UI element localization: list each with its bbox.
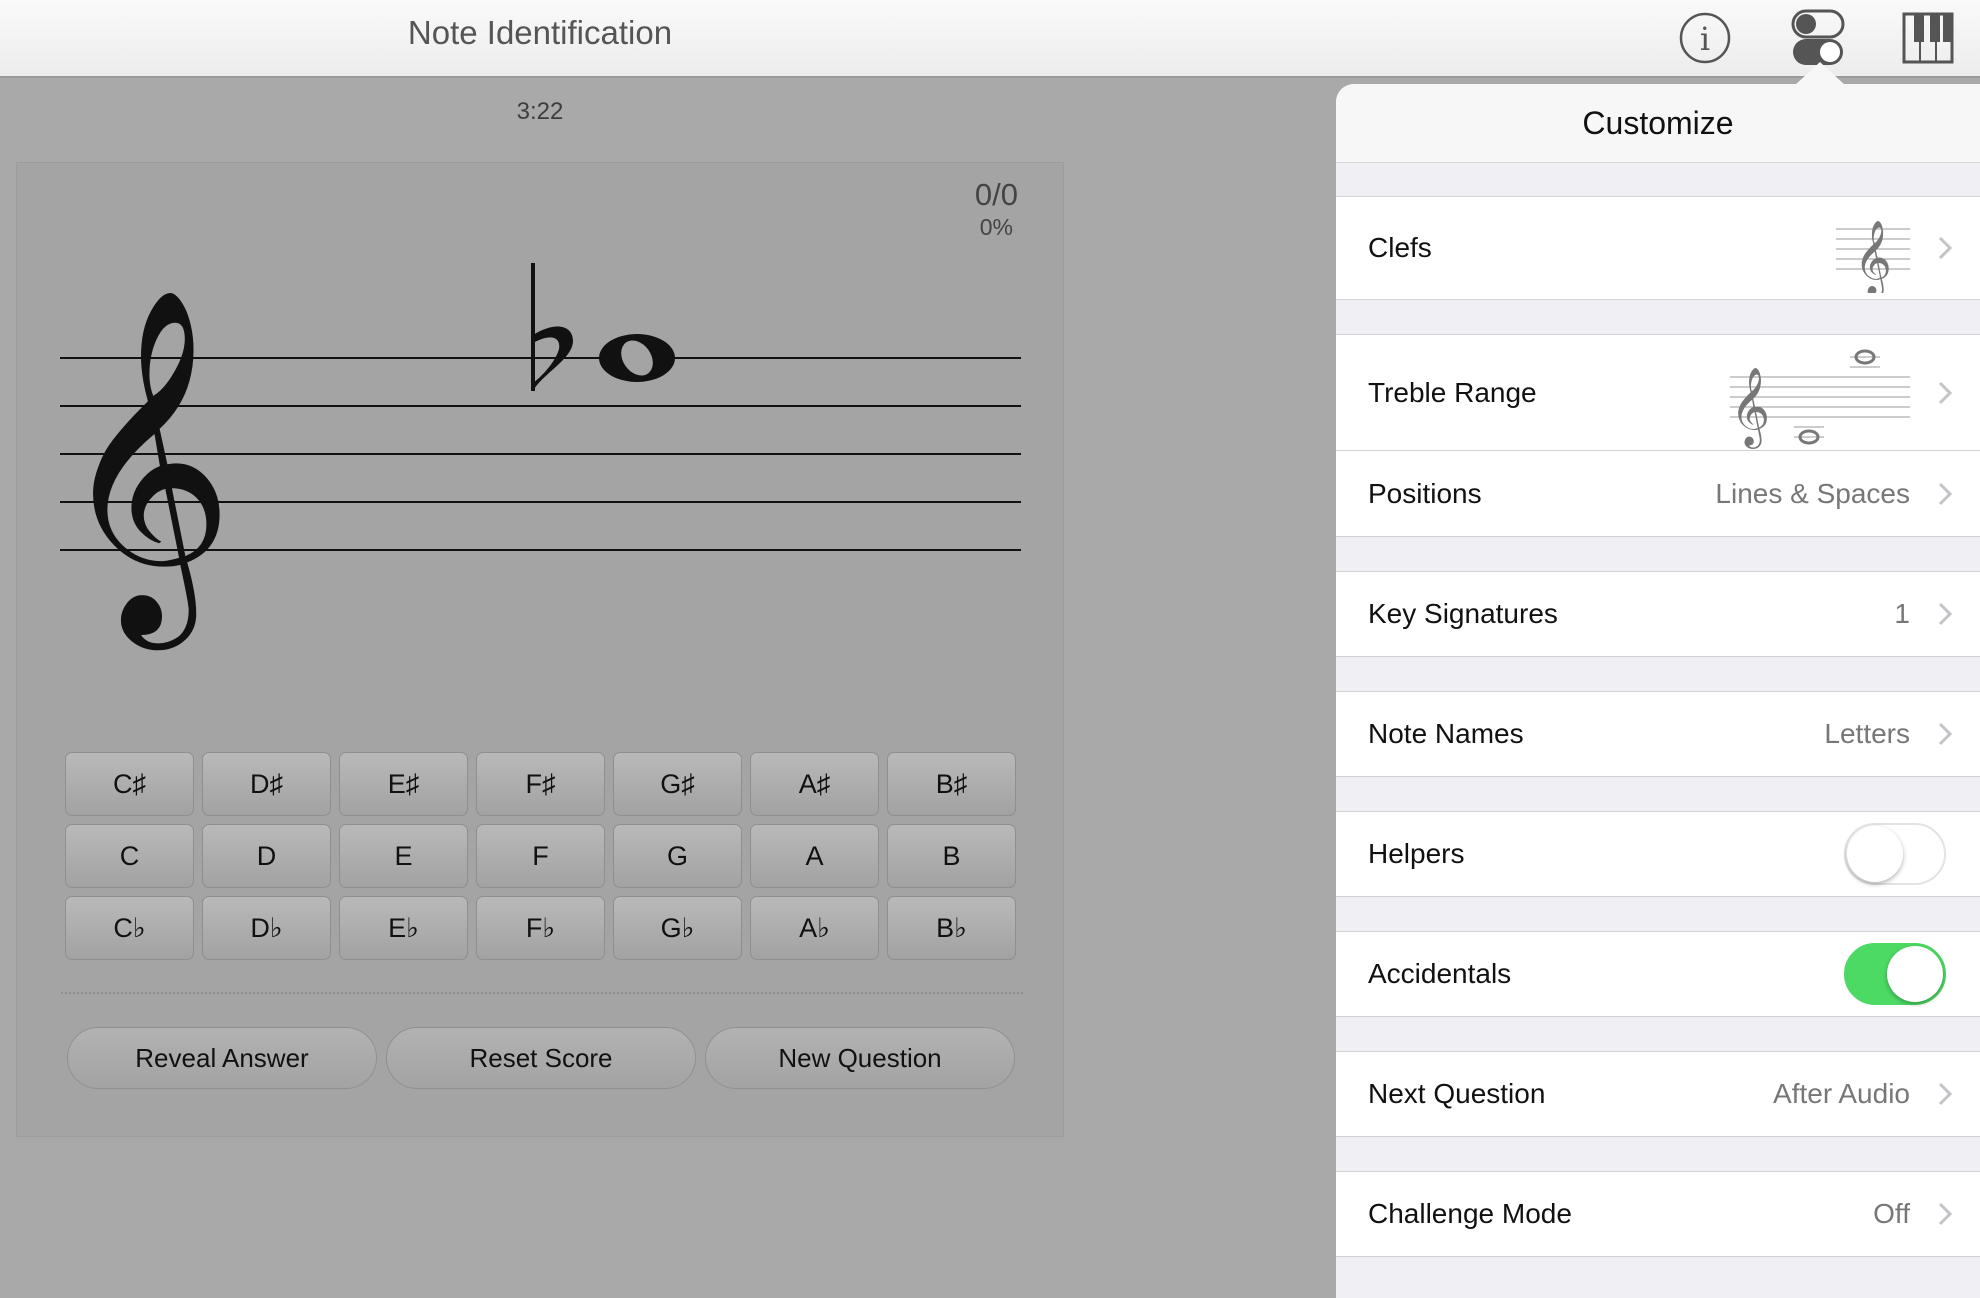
row-key-signatures[interactable]: Key Signatures 1 <box>1336 571 1980 657</box>
row-value: Lines & Spaces <box>1715 477 1910 509</box>
row-label: Accidentals <box>1368 958 1512 989</box>
row-label: Key Signatures <box>1368 598 1558 629</box>
row-clefs[interactable]: Clefs 𝄞 <box>1336 196 1980 300</box>
flat-icon <box>531 263 573 391</box>
note-button-e-flat[interactable]: E♭ <box>339 896 468 960</box>
treble-range-thumbnail-icon: 𝄞 <box>1730 349 1910 449</box>
exercise-card: 0/0 0% 𝄞 C♯ D♯ E♯ F♯ G♯ A♯ B♯ C D E F G <box>16 162 1064 1137</box>
chevron-right-icon <box>1938 1082 1952 1106</box>
note-button-c-flat[interactable]: C♭ <box>65 896 194 960</box>
row-label: Helpers <box>1368 838 1465 869</box>
piano-icon[interactable] <box>1898 8 1958 68</box>
timer: 3:22 <box>516 98 564 125</box>
treble-clef-icon: 𝄞 <box>57 285 234 652</box>
note-button-c-sharp[interactable]: C♯ <box>65 752 194 816</box>
row-treble-range[interactable]: Treble Range 𝄞 <box>1336 334 1980 451</box>
note-button-g[interactable]: G <box>613 824 742 888</box>
note-button-e-sharp[interactable]: E♯ <box>339 752 468 816</box>
row-value: 1 <box>1894 598 1910 629</box>
row-value: Letters <box>1824 718 1910 749</box>
note-button-grid: C♯ D♯ E♯ F♯ G♯ A♯ B♯ C D E F G A B C♭ D♭… <box>65 752 1016 960</box>
app-title: Note Identification <box>407 14 673 51</box>
note-button-g-flat[interactable]: G♭ <box>613 896 742 960</box>
chevron-right-icon <box>1938 381 1952 404</box>
row-label: Challenge Mode <box>1368 1198 1572 1229</box>
treble-clef-thumbnail-icon: 𝄞 <box>1836 221 1910 293</box>
row-accidentals: Accidentals <box>1336 931 1980 1017</box>
note-button-f-sharp[interactable]: F♯ <box>476 752 605 816</box>
accidentals-toggle[interactable] <box>1844 943 1946 1005</box>
row-value: Off <box>1873 1198 1910 1229</box>
reveal-answer-button[interactable]: Reveal Answer <box>67 1027 377 1089</box>
reset-score-button[interactable]: Reset Score <box>386 1027 696 1089</box>
note-button-a[interactable]: A <box>750 824 879 888</box>
note-button-a-sharp[interactable]: A♯ <box>750 752 879 816</box>
note-button-b-flat[interactable]: B♭ <box>887 896 1016 960</box>
row-label: Clefs <box>1368 232 1432 263</box>
note-button-d[interactable]: D <box>202 824 331 888</box>
new-question-button[interactable]: New Question <box>705 1027 1015 1089</box>
svg-text:i: i <box>1700 20 1710 58</box>
helpers-toggle[interactable] <box>1844 823 1946 885</box>
note-button-d-flat[interactable]: D♭ <box>202 896 331 960</box>
chevron-right-icon <box>1938 1202 1952 1226</box>
row-label: Next Question <box>1368 1078 1546 1109</box>
chevron-right-icon <box>1938 482 1952 505</box>
row-label: Positions <box>1368 477 1482 509</box>
note-button-e[interactable]: E <box>339 824 468 888</box>
note-button-d-sharp[interactable]: D♯ <box>202 752 331 816</box>
row-positions[interactable]: Positions Lines & Spaces <box>1336 451 1980 537</box>
info-icon[interactable]: i <box>1675 8 1735 68</box>
chevron-right-icon <box>1938 722 1952 746</box>
action-buttons: Reveal Answer Reset Score New Question <box>67 1027 1015 1089</box>
note-button-f-flat[interactable]: F♭ <box>476 896 605 960</box>
note-button-a-flat[interactable]: A♭ <box>750 896 879 960</box>
note-button-b[interactable]: B <box>887 824 1016 888</box>
whole-note-icon <box>599 334 675 382</box>
note-button-b-sharp[interactable]: B♯ <box>887 752 1016 816</box>
svg-text:𝄞: 𝄞 <box>1854 221 1892 293</box>
popover-title: Customize <box>1336 84 1980 163</box>
popover-arrow <box>1794 62 1846 86</box>
top-bar: Note Identification i <box>0 0 1980 78</box>
staff: 𝄞 <box>57 263 1021 652</box>
divider <box>61 992 1023 994</box>
row-challenge-mode[interactable]: Challenge Mode Off <box>1336 1171 1980 1257</box>
svg-text:𝄞: 𝄞 <box>1730 367 1770 449</box>
row-value: After Audio <box>1773 1078 1910 1109</box>
toggles-icon[interactable] <box>1788 8 1848 68</box>
note-button-c[interactable]: C <box>65 824 194 888</box>
note-button-f[interactable]: F <box>476 824 605 888</box>
toggle-knob <box>1847 826 1903 882</box>
row-label: Note Names <box>1368 718 1524 749</box>
chevron-right-icon <box>1938 602 1952 626</box>
row-label: Treble Range <box>1368 376 1537 408</box>
chevron-right-icon <box>1938 236 1952 260</box>
customize-popover: Customize Clefs 𝄞 Treble Range 𝄞 Positio… <box>1336 84 1980 1298</box>
toggle-knob <box>1887 946 1943 1002</box>
row-note-names[interactable]: Note Names Letters <box>1336 691 1980 777</box>
row-helpers: Helpers <box>1336 811 1980 897</box>
row-next-question[interactable]: Next Question After Audio <box>1336 1051 1980 1137</box>
note-button-g-sharp[interactable]: G♯ <box>613 752 742 816</box>
